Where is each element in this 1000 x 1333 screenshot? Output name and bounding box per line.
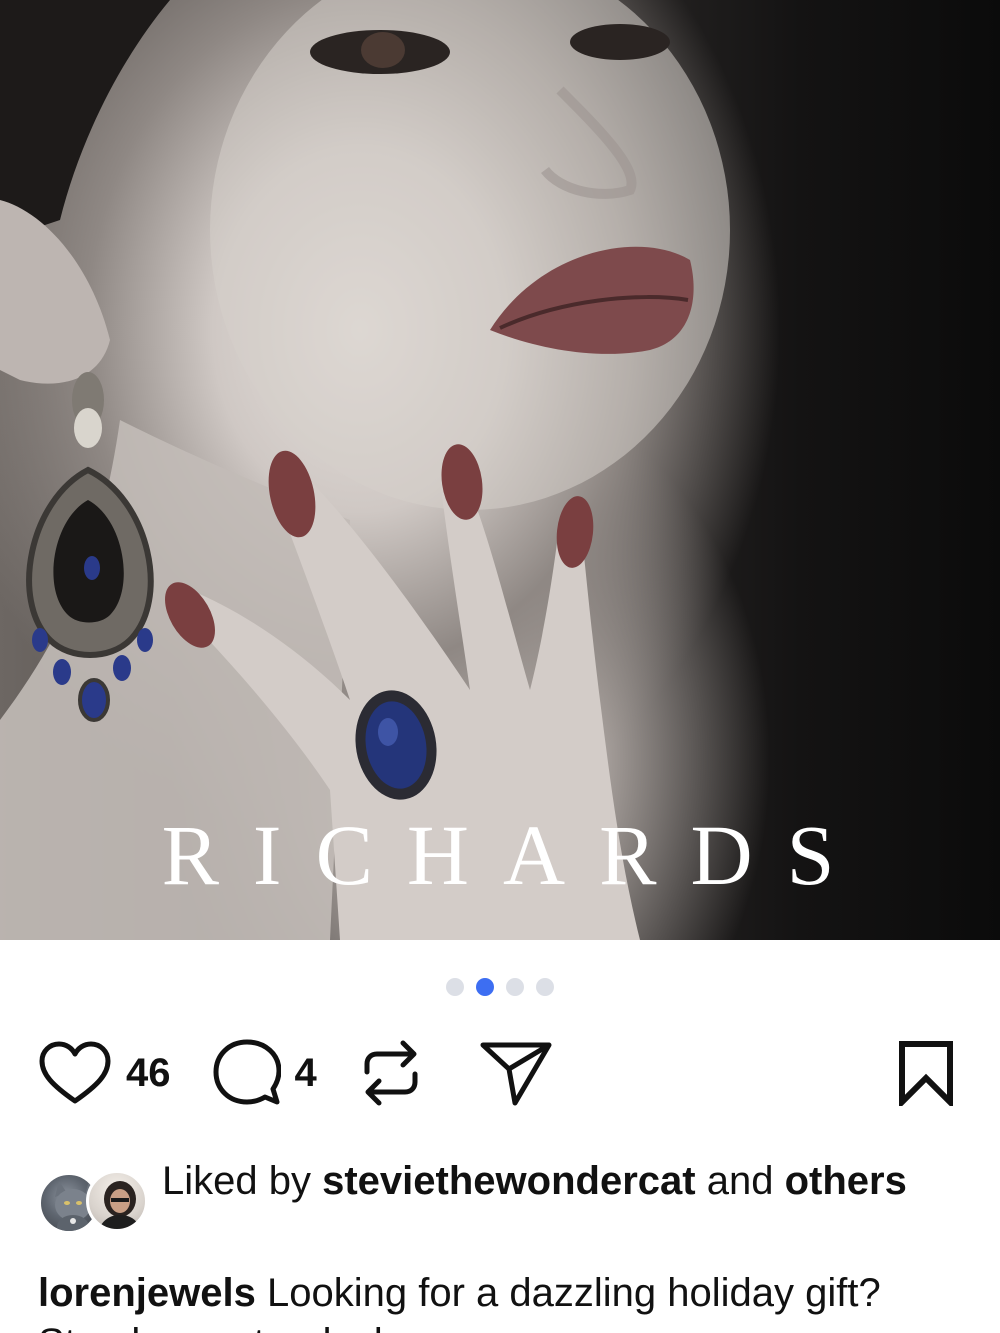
liked-by-prefix: Liked by — [162, 1159, 311, 1203]
carousel-dot-active[interactable] — [476, 978, 494, 996]
post-image[interactable]: RICHARDS — [0, 0, 1000, 940]
carousel-dot[interactable] — [506, 978, 524, 996]
portrait-illustration — [0, 0, 730, 940]
heart-icon — [39, 1041, 111, 1104]
repost-button[interactable] — [361, 1038, 421, 1108]
comment-count: 4 — [294, 1050, 317, 1095]
carousel-dot[interactable] — [446, 978, 464, 996]
caption-username[interactable]: lorenjewels — [38, 1271, 256, 1315]
like-button[interactable]: 46 — [38, 1041, 171, 1105]
liked-by-others[interactable]: others — [785, 1159, 907, 1203]
liked-by-and: and — [706, 1159, 774, 1203]
liked-by-username[interactable]: steviethewondercat — [322, 1159, 695, 1203]
avatar — [86, 1170, 148, 1232]
liker-avatars — [38, 1170, 150, 1234]
post-view: RICHARDS 46 4 Liked by steviethewonderca… — [0, 0, 1000, 1333]
bookmark-icon — [899, 1041, 953, 1106]
bookmark-button[interactable] — [896, 1040, 956, 1106]
person-avatar-image — [99, 1181, 141, 1229]
brand-wordmark: RICHARDS — [161, 807, 869, 903]
repost-icon — [364, 1040, 418, 1106]
post-caption: lorenjewels Looking for a dazzling holid… — [38, 1268, 968, 1333]
like-count: 46 — [126, 1050, 171, 1095]
comment-icon — [213, 1039, 281, 1105]
post-actions-bar: 46 4 — [38, 1036, 956, 1110]
carousel-indicator — [0, 978, 1000, 996]
share-button[interactable] — [479, 1039, 553, 1107]
liked-by-text: Liked by steviethewondercat and others — [162, 1156, 962, 1207]
carousel-dot[interactable] — [536, 978, 554, 996]
share-icon — [480, 1042, 552, 1106]
comment-button[interactable]: 4 — [213, 1039, 317, 1107]
